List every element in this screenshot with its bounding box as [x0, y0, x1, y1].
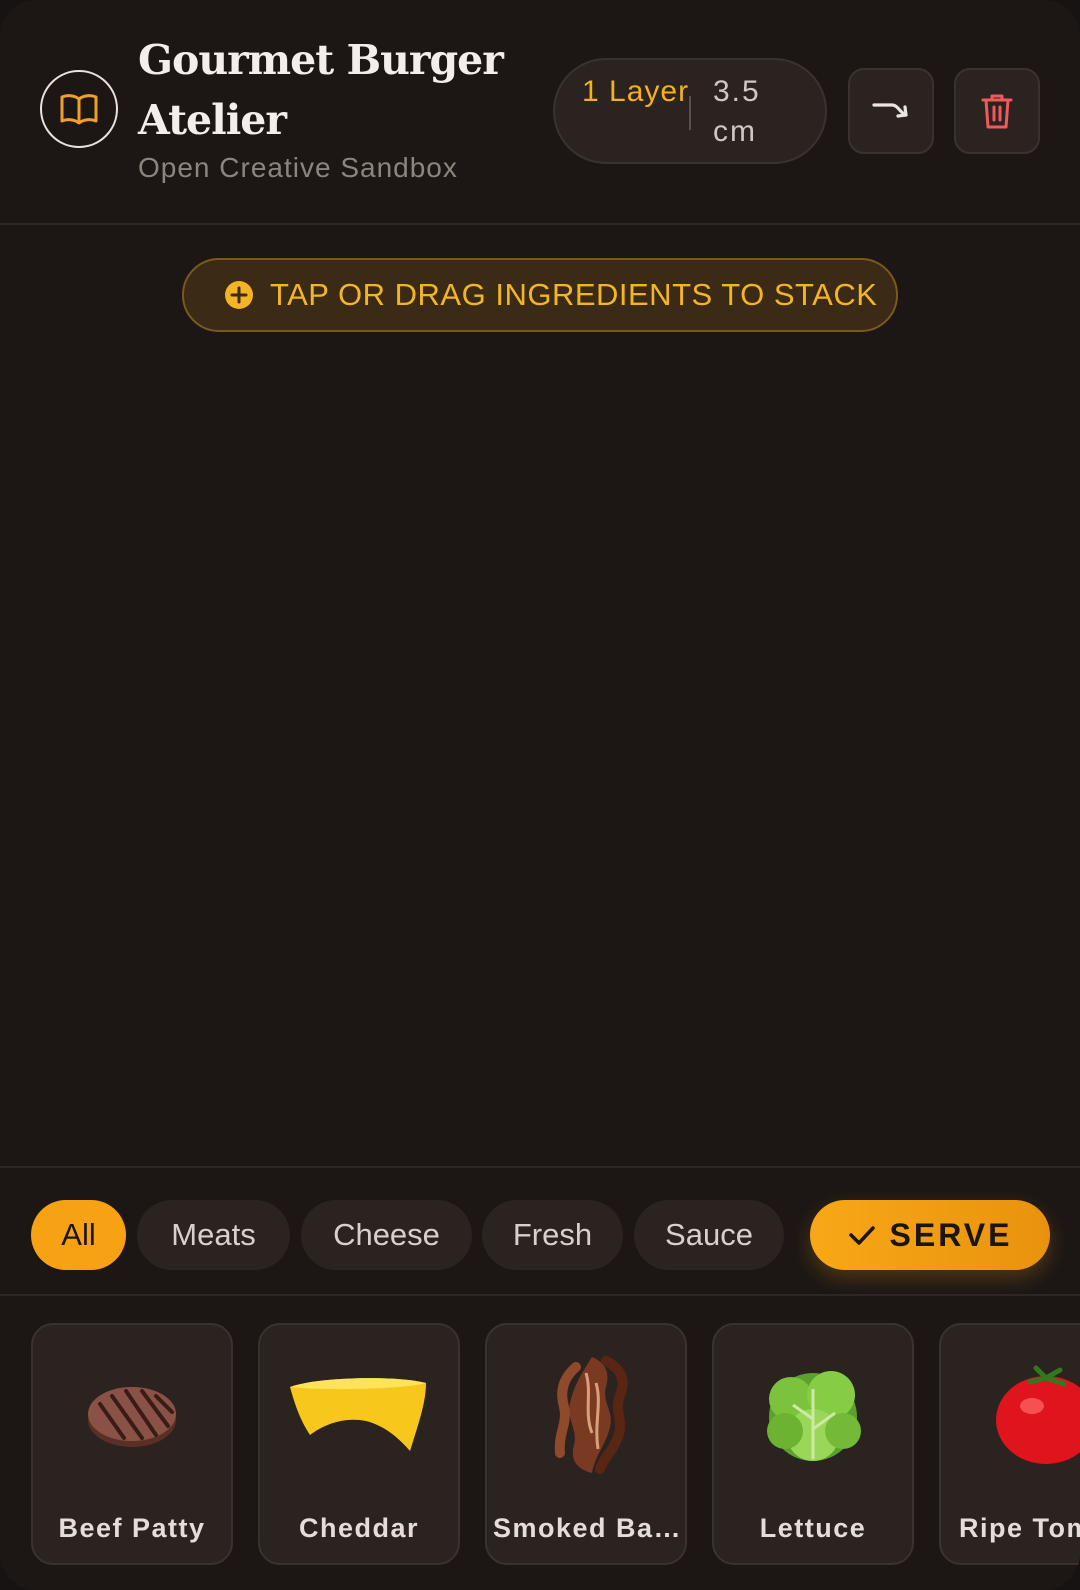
- ingredient-card-lettuce[interactable]: Lettuce: [712, 1323, 914, 1565]
- stack-stats: 1 Layer 3.5 cm: [553, 58, 827, 164]
- ingredient-card-cheddar[interactable]: Cheddar: [258, 1323, 460, 1565]
- filter-chip-meats[interactable]: Meats: [137, 1200, 290, 1270]
- ingredient-label: Beef Patty: [58, 1513, 206, 1543]
- ingredient-label: Cheddar: [298, 1513, 420, 1543]
- filter-chip-all[interactable]: All: [31, 1200, 126, 1270]
- ingredient-card-beef-patty[interactable]: Beef Patty: [31, 1323, 233, 1565]
- ingredient-label: Smoked Ba…: [493, 1513, 679, 1543]
- serve-button[interactable]: SERVE: [810, 1200, 1050, 1270]
- filter-chip-sauce[interactable]: Sauce: [634, 1200, 784, 1270]
- serve-label: SERVE: [889, 1216, 1013, 1253]
- plus-circle-icon: [225, 281, 253, 309]
- ingredient-card-smoked-bacon[interactable]: Smoked Ba…: [485, 1323, 687, 1565]
- bacon-icon: [554, 1356, 628, 1474]
- stack-height: 3.5 cm: [713, 75, 761, 148]
- check-icon: [848, 1226, 875, 1245]
- hint-text: TAP OR DRAG INGREDIENTS TO STACK: [270, 277, 878, 312]
- book-icon: [60, 94, 98, 125]
- ingredient-label: Lettuce: [759, 1513, 867, 1543]
- stack-hint: TAP OR DRAG INGREDIENTS TO STACK: [182, 258, 898, 332]
- recipe-book-button[interactable]: [40, 70, 118, 148]
- ingredient-card-ripe-tomato[interactable]: Ripe Tomato: [939, 1323, 1080, 1565]
- app-subtitle: Open Creative Sandbox: [138, 152, 458, 183]
- tomato-icon: [996, 1365, 1080, 1464]
- filter-chip-cheese[interactable]: Cheese: [301, 1200, 472, 1270]
- trash-icon: [981, 94, 1013, 129]
- ingredient-label: Ripe Tomato: [959, 1513, 1080, 1543]
- filter-chip-fresh[interactable]: Fresh: [482, 1200, 623, 1270]
- app-root: Gourmet Burger Atelier Open Creative San…: [0, 0, 1080, 1590]
- app-title: Gourmet Burger Atelier: [138, 36, 504, 144]
- cheddar-icon: [290, 1378, 426, 1451]
- redo-button[interactable]: [848, 68, 934, 154]
- ingredient-tray: Beef Patty Cheddar Smoked Ba… Lettuce Ri…: [0, 1296, 1080, 1590]
- beef-patty-icon: [88, 1387, 176, 1447]
- header: Gourmet Burger Atelier Open Creative San…: [0, 0, 1080, 225]
- stats-divider: [689, 96, 691, 130]
- lettuce-icon: [767, 1371, 861, 1461]
- layer-count: 1 Layer: [582, 75, 690, 108]
- clear-stack-button[interactable]: [954, 68, 1040, 154]
- redo-arrow-icon: [872, 103, 908, 118]
- filter-bar: All Meats Cheese Fresh Sauce SERVE: [0, 1166, 1080, 1296]
